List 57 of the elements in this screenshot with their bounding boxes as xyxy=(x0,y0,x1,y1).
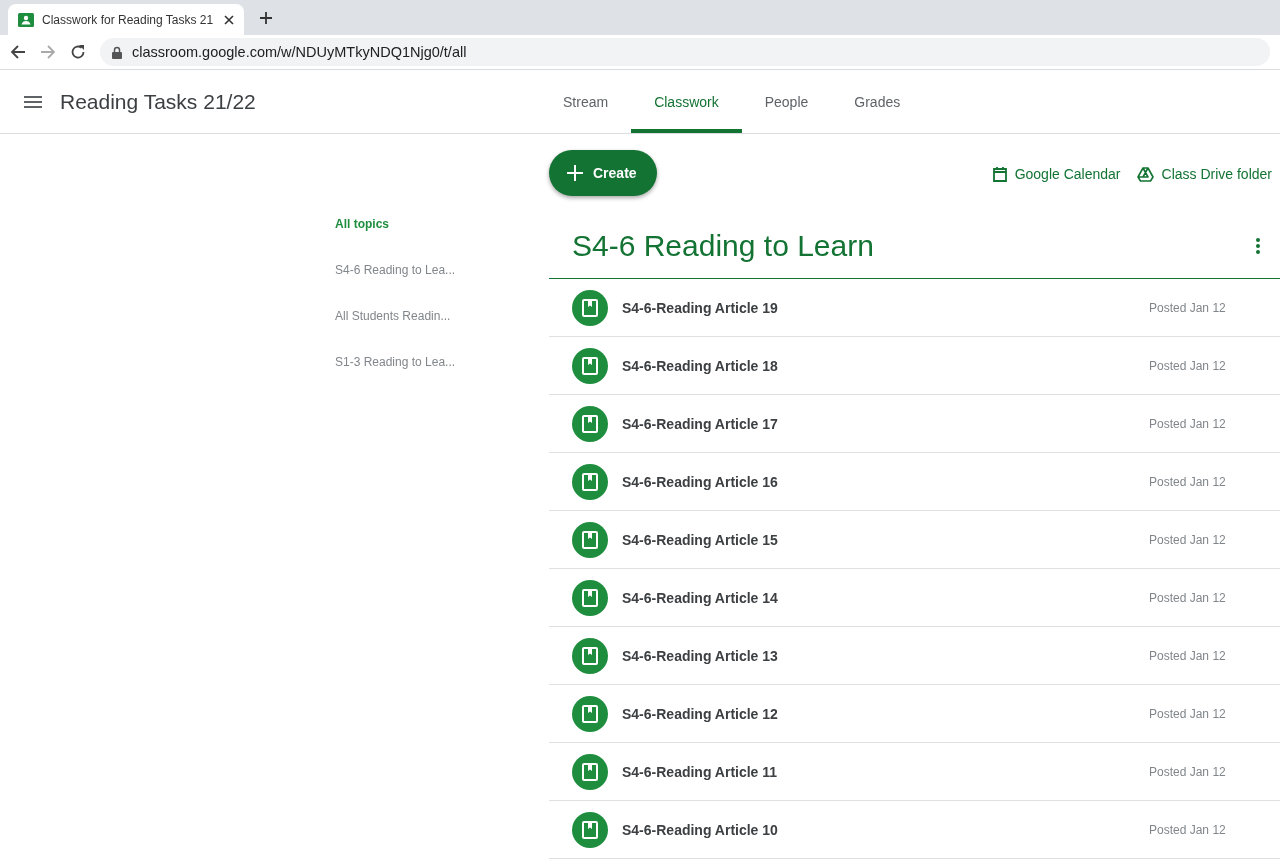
header-link[interactable]: Google Calendar xyxy=(992,166,1121,182)
assignment-icon xyxy=(572,521,608,558)
posted-date: Posted Jan 12 xyxy=(1149,590,1227,605)
topic-link[interactable]: S4-6 Reading to Lea... xyxy=(335,255,456,301)
topic-link[interactable]: All Students Readin... xyxy=(335,301,451,347)
posted-date: Posted Jan 12 xyxy=(1149,416,1227,431)
nav-tab[interactable]: Stream xyxy=(540,70,632,133)
posted-date: Posted Jan 12 xyxy=(1149,300,1227,315)
class-name: Reading Tasks 21/22 xyxy=(60,89,257,114)
assignment-title[interactable]: S4-6-Reading Article 10 xyxy=(622,821,1149,838)
topic-link[interactable]: S1-3 Reading to Lea... xyxy=(335,347,456,393)
assignment-title[interactable]: S4-6-Reading Article 11 xyxy=(622,763,1149,780)
plus-icon xyxy=(567,165,583,181)
address-bar[interactable]: classroom.google.com/w/NDUyMTkyNDQ1Njg0/t/all xyxy=(100,38,1270,66)
assignment-icon xyxy=(572,637,608,674)
create-button[interactable]: Create xyxy=(549,150,657,196)
url-text: classroom.google.com/w/NDUyMTkyNDQ1Njg0/t/all xyxy=(132,44,467,60)
assignment-title[interactable]: S4-6-Reading Article 17 xyxy=(622,415,1149,432)
topic-title: S4-6 Reading to Learn xyxy=(572,229,874,263)
header-link[interactable]: Class Drive folder xyxy=(1136,166,1272,182)
assignment-title[interactable]: S4-6-Reading Article 13 xyxy=(622,647,1149,664)
assignment-title[interactable]: S4-6-Reading Article 18 xyxy=(622,357,1149,374)
back-icon[interactable] xyxy=(10,44,26,60)
nav-tab[interactable]: Classwork xyxy=(631,70,742,133)
assignment-title[interactable]: S4-6-Reading Article 16 xyxy=(622,473,1149,490)
assignment-icon xyxy=(572,811,608,848)
assignment-title[interactable]: S4-6-Reading Article 14 xyxy=(622,589,1149,606)
assignment-title[interactable]: S4-6-Reading Article 12 xyxy=(622,705,1149,722)
posted-date: Posted Jan 12 xyxy=(1149,822,1227,837)
posted-date: Posted Jan 12 xyxy=(1149,532,1227,547)
assignment-icon xyxy=(572,463,608,500)
lock-icon xyxy=(112,45,122,59)
assignment-icon xyxy=(572,695,608,732)
more-options-icon[interactable] xyxy=(1256,238,1260,254)
posted-date: Posted Jan 12 xyxy=(1149,474,1227,489)
menu-icon[interactable] xyxy=(24,95,42,108)
posted-date: Posted Jan 12 xyxy=(1149,764,1227,779)
nav-tab[interactable]: People xyxy=(741,70,832,133)
topic-link[interactable]: All topics xyxy=(335,209,389,255)
reload-icon[interactable] xyxy=(70,44,86,60)
assignment-icon xyxy=(572,579,608,616)
posted-date: Posted Jan 12 xyxy=(1149,706,1227,721)
close-icon[interactable] xyxy=(224,14,234,25)
assignment-icon xyxy=(572,405,608,442)
posted-date: Posted Jan 12 xyxy=(1149,358,1227,373)
assignment-title[interactable]: S4-6-Reading Article 15 xyxy=(622,531,1149,548)
nav-tab[interactable]: Grades xyxy=(831,70,924,133)
assignment-icon xyxy=(572,347,608,384)
browser-tab[interactable]: Classwork for Reading Tasks 21 xyxy=(8,4,244,35)
calendar-icon xyxy=(992,166,1007,182)
posted-date: Posted Jan 12 xyxy=(1149,648,1227,663)
assignment-icon xyxy=(572,289,608,326)
tab-title: Classwork for Reading Tasks 21 xyxy=(42,12,215,27)
drive-icon xyxy=(1136,166,1154,182)
classroom-icon xyxy=(18,12,34,27)
assignment-icon xyxy=(572,753,608,790)
assignment-title[interactable]: S4-6-Reading Article 19 xyxy=(622,299,1149,316)
